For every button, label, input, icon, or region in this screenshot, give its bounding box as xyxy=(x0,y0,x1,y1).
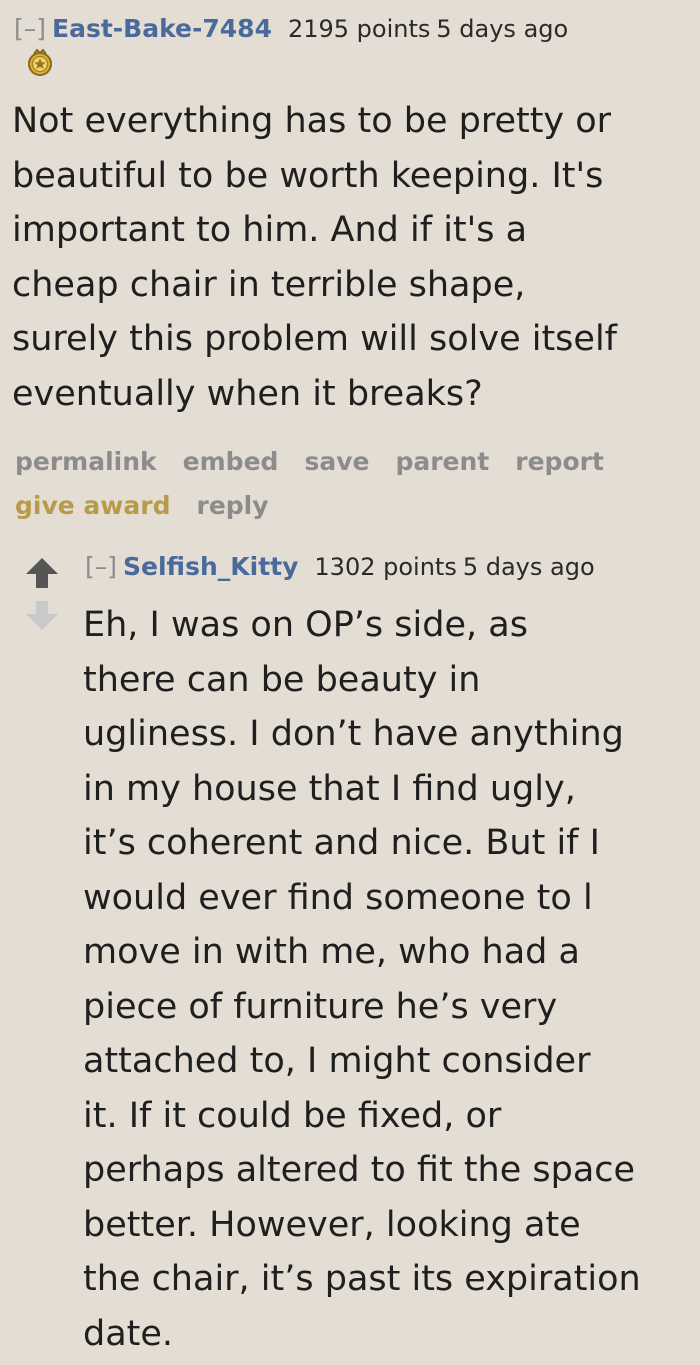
author-link[interactable]: Selfish_Kitty xyxy=(123,552,298,581)
comment-body: Eh, I was on OP’s side, as there can be … xyxy=(83,598,641,1361)
comment-body-line: piece of furniture he’s very xyxy=(83,986,558,1027)
comment-body-line: ugliness. I don’t have anything xyxy=(83,714,624,754)
report-button[interactable]: report xyxy=(515,440,604,484)
collapse-toggle[interactable]: [–] xyxy=(85,552,117,581)
comment-tagline: [–] East-Bake-7484 2195 points 5 days ago xyxy=(14,14,568,44)
author-link[interactable]: East-Bake-7484 xyxy=(52,14,272,43)
comment-body-line: the chair, it’s past its expiration xyxy=(83,1259,641,1299)
reply-button[interactable]: reply xyxy=(196,484,268,528)
comment-body-line: it. If it could be fixed, or xyxy=(83,1095,502,1136)
comment-body-line: attached to, I might consider xyxy=(83,1041,591,1081)
comment-body-line: there can be beauty in xyxy=(83,659,481,700)
comment-body-line: Eh, I was on OP’s side, as xyxy=(83,605,528,645)
comment-body-line: perhaps altered to fit the space xyxy=(83,1150,636,1190)
comment-body-line: better. However, looking ate xyxy=(83,1204,581,1245)
upvote-arrow-icon[interactable] xyxy=(22,552,62,592)
comment-actions: permalink embed save parent report give awar… xyxy=(15,440,695,528)
permalink-button[interactable]: permalink xyxy=(15,440,157,484)
award-medal-icon xyxy=(28,48,52,76)
comment-body-line: beautiful to be worth keeping. It's xyxy=(12,155,604,196)
save-button[interactable]: save xyxy=(304,440,369,484)
comment-score: 1302 points xyxy=(314,553,457,581)
comment-body-line: it’s coherent and nice. But if I xyxy=(83,823,600,863)
comment-tagline: [–] Selfish_Kitty 1302 points 5 days ago xyxy=(85,552,595,582)
comment-body-line: date. xyxy=(83,1313,174,1354)
comment-body: Not everything has to be pretty or beaut… xyxy=(12,94,617,421)
parent-button[interactable]: parent xyxy=(395,440,489,484)
comment-body-line: move in with me, who had a xyxy=(83,932,580,972)
comment-body-line: cheap chair in terrible shape, xyxy=(12,264,526,305)
comment-time: 5 days ago xyxy=(436,15,569,43)
comment-time: 5 days ago xyxy=(462,553,595,581)
comment-body-line: surely this problem will solve itself xyxy=(12,319,617,359)
comment-score: 2195 points xyxy=(287,15,431,43)
comment-body-line: eventually when it breaks? xyxy=(12,373,483,414)
give-award-button[interactable]: give award xyxy=(15,484,170,528)
comment-body-line: Not everything has to be pretty or xyxy=(12,101,612,141)
comment-body-line: important to him. And if it's a xyxy=(12,210,528,250)
collapse-toggle[interactable]: [–] xyxy=(14,14,46,43)
downvote-arrow-icon[interactable] xyxy=(22,597,62,637)
comment-body-line: would ever find someone to l xyxy=(83,877,593,918)
comment-body-line: in my house that I find ugly, xyxy=(83,768,576,809)
embed-button[interactable]: embed xyxy=(183,440,279,484)
